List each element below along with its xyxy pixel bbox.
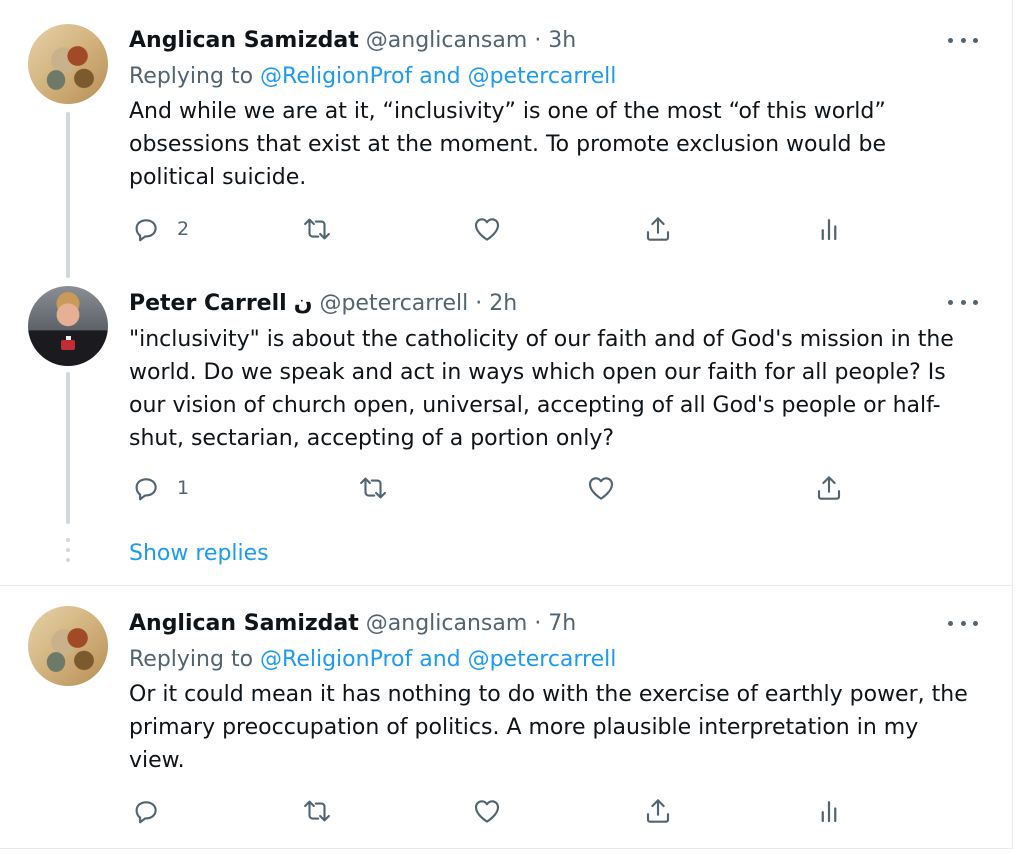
tweet-time[interactable]: · 7h xyxy=(534,611,576,636)
share-icon xyxy=(646,217,670,241)
more-icon[interactable] xyxy=(948,32,978,48)
author-name-badge: ن xyxy=(293,291,313,316)
tweet[interactable]: Anglican Samizdat @anglicansam · 7h Repl… xyxy=(0,586,1012,848)
heart-icon xyxy=(474,218,500,241)
analytics-icon xyxy=(821,801,837,823)
replying-to-label: Replying to xyxy=(129,64,254,89)
author-handle[interactable]: @anglicansam xyxy=(366,611,528,636)
like-button[interactable] xyxy=(586,468,616,508)
retweet-icon xyxy=(304,218,330,240)
avatar[interactable] xyxy=(28,24,108,104)
share-button[interactable] xyxy=(643,791,673,831)
like-button[interactable] xyxy=(472,791,502,831)
author-handle[interactable]: @anglicansam xyxy=(366,28,528,53)
retweet-button[interactable] xyxy=(302,209,332,249)
tweet-header: Anglican Samizdat @anglicansam · 7h xyxy=(129,607,958,641)
share-icon xyxy=(646,799,670,823)
heart-icon xyxy=(474,800,500,823)
reply-count: 2 xyxy=(177,218,190,240)
retweet-button[interactable] xyxy=(302,791,332,831)
replying-to: Replying to @ReligionProf and @petercarr… xyxy=(129,643,616,676)
retweet-icon xyxy=(304,800,330,822)
retweet-icon xyxy=(360,477,386,499)
reply-count: 1 xyxy=(177,477,190,499)
like-button[interactable] xyxy=(472,209,502,249)
show-replies-link[interactable]: Show replies xyxy=(129,537,269,571)
tweet-time[interactable]: · 3h xyxy=(534,28,576,53)
replying-to-link[interactable]: @ReligionProf and @petercarrell xyxy=(260,64,616,89)
reply-icon xyxy=(135,801,157,824)
share-icon xyxy=(817,476,841,500)
conversation-thread: Anglican Samizdat @anglicansam · 3h Repl… xyxy=(0,0,1013,849)
author-name[interactable]: Anglican Samizdat xyxy=(129,611,359,636)
author-name[interactable]: Anglican Samizdat xyxy=(129,28,359,53)
analytics-button[interactable] xyxy=(814,209,844,249)
reply-button[interactable]: 2 xyxy=(131,209,189,249)
tweet-text: "inclusivity" is about the catholicity o… xyxy=(129,327,954,451)
analytics-icon xyxy=(821,219,837,241)
avatar[interactable] xyxy=(28,286,108,366)
replying-to-link[interactable]: @ReligionProf and @petercarrell xyxy=(260,647,616,672)
tweet-header: Anglican Samizdat @anglicansam · 3h xyxy=(129,24,958,58)
tweet-text: And while we are at it, “inclusivity” is… xyxy=(129,99,887,190)
avatar[interactable] xyxy=(28,606,108,686)
tweet-time[interactable]: · 2h xyxy=(475,291,517,316)
reply-button[interactable]: 1 xyxy=(131,468,189,508)
replying-to-label: Replying to xyxy=(129,647,254,672)
author-handle[interactable]: @petercarrell xyxy=(319,291,468,316)
tweet-actions xyxy=(0,791,1012,831)
analytics-button[interactable] xyxy=(814,791,844,831)
tweet[interactable]: Anglican Samizdat @anglicansam · 3h Repl… xyxy=(0,0,1012,280)
more-icon[interactable] xyxy=(948,615,978,631)
share-button[interactable] xyxy=(814,468,844,508)
replying-to: Replying to @ReligionProf and @petercarr… xyxy=(129,60,616,93)
reply-icon xyxy=(135,219,157,242)
tweet-header: Peter Carrell ن @petercarrell · 2h xyxy=(129,287,958,321)
tweet-actions: 2 xyxy=(0,209,1012,249)
share-button[interactable] xyxy=(643,209,673,249)
author-name[interactable]: Peter Carrell xyxy=(129,291,287,316)
tweet-actions: 1 xyxy=(0,468,1012,508)
heart-icon xyxy=(588,477,614,500)
reply-button[interactable] xyxy=(131,791,161,831)
more-icon[interactable] xyxy=(948,294,978,310)
retweet-button[interactable] xyxy=(358,468,388,508)
reply-icon xyxy=(135,478,157,501)
tweet-text: Or it could mean it has nothing to do wi… xyxy=(129,682,968,773)
